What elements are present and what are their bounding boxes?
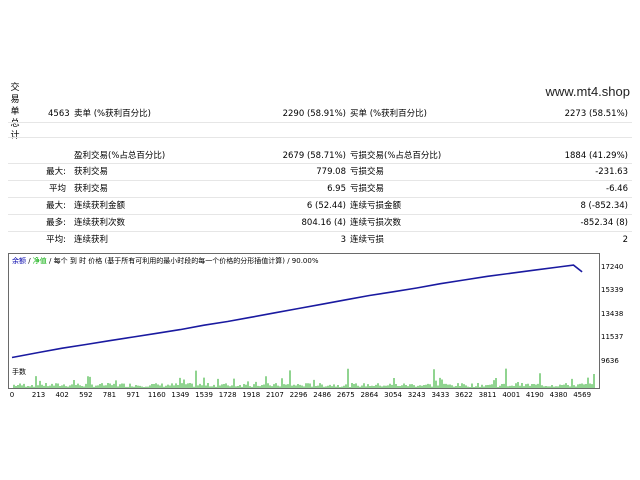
- x-tick-label: 1539: [195, 391, 213, 399]
- x-tick-label: 2107: [266, 391, 284, 399]
- x-tick-label: 2296: [289, 391, 308, 399]
- x-tick-label: 4569: [573, 391, 592, 399]
- y-tick-label: 11537: [601, 333, 624, 342]
- y-tick-label: 9636: [601, 357, 619, 365]
- x-tick-label: 1349: [171, 391, 190, 399]
- x-tick-label: 3054: [384, 391, 403, 399]
- volume-bars: [13, 368, 595, 388]
- y-tick-label: 15339: [601, 286, 624, 295]
- chart-svg: [11, 264, 595, 388]
- x-tick-label: 4190: [525, 391, 544, 399]
- x-tick-label: 402: [55, 391, 69, 399]
- x-tick-label: 1160: [147, 391, 166, 399]
- x-tick-label: 3433: [431, 391, 450, 399]
- x-tick-label: 781: [102, 391, 117, 399]
- x-tick-label: 3811: [478, 391, 497, 399]
- x-tick-label: 3622: [455, 391, 473, 399]
- x-tick-label: 4001: [502, 391, 521, 399]
- balance-line: [11, 264, 583, 359]
- x-tick-label: 592: [79, 391, 93, 399]
- x-tick-label: 0: [9, 391, 15, 399]
- x-tick-label: 2486: [313, 391, 332, 399]
- x-tick-label: 1918: [242, 391, 261, 399]
- x-tick-label: 4380: [549, 391, 568, 399]
- y-tick-label: 17240: [601, 262, 624, 271]
- x-tick-label: 1728: [218, 391, 237, 399]
- y-tick-label: 13438: [601, 309, 624, 318]
- x-tick-label: 2864: [360, 391, 379, 399]
- x-tick-label: 213: [31, 391, 46, 399]
- x-tick-label: 971: [126, 391, 140, 399]
- x-tick-label: 3243: [407, 391, 426, 399]
- x-tick-label: 2675: [336, 391, 355, 399]
